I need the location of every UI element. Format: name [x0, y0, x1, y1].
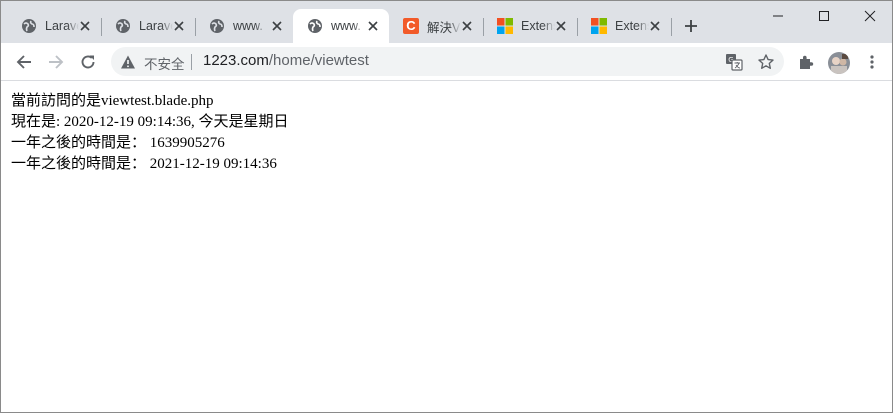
- reload-button[interactable]: [74, 48, 102, 76]
- close-icon[interactable]: [459, 18, 475, 34]
- security-label[interactable]: 不安全: [144, 53, 185, 73]
- url-text[interactable]: 1223.com/home/viewtest: [203, 52, 369, 69]
- maximize-button[interactable]: [801, 1, 847, 31]
- menu-button[interactable]: [858, 48, 886, 76]
- tab-laravel-1[interactable]: Laravel: [7, 9, 102, 43]
- address-bar[interactable]: 不安全 1223.com/home/viewtest G: [111, 47, 784, 76]
- globe-icon: [115, 18, 131, 34]
- url-path: /home/viewtest: [268, 52, 369, 69]
- close-icon[interactable]: [365, 18, 381, 34]
- new-tab-button[interactable]: [682, 17, 700, 35]
- tab-title: Extens: [521, 19, 555, 33]
- page-content: 當前訪問的是viewtest.blade.php 現在是: 2020-12-19…: [11, 91, 289, 175]
- profile-avatar[interactable]: [828, 52, 850, 74]
- reload-icon: [81, 55, 95, 69]
- browser-toolbar: 不安全 1223.com/home/viewtest G: [1, 43, 892, 81]
- close-icon: [864, 10, 876, 22]
- tab-title: 解決V: [427, 20, 461, 35]
- bookmark-star-icon[interactable]: [757, 53, 775, 71]
- globe-icon: [21, 18, 37, 34]
- microsoft-logo-icon: [591, 18, 607, 34]
- tab-title: www.: [233, 19, 263, 33]
- tab-title: Extens: [615, 19, 649, 33]
- browser-window: Laravel Laravel www.: [0, 0, 893, 413]
- minimize-button[interactable]: [755, 1, 801, 31]
- tab-title: Laravel: [139, 19, 173, 33]
- close-icon[interactable]: [647, 18, 663, 34]
- extensions-button[interactable]: [792, 48, 820, 76]
- minimize-icon: [773, 15, 783, 17]
- arrow-left-icon: [16, 55, 31, 69]
- tab-www-1[interactable]: www.: [195, 9, 293, 43]
- url-host: 1223.com: [203, 52, 269, 69]
- tab-extensions-2[interactable]: Extens: [577, 9, 672, 43]
- close-icon[interactable]: [77, 18, 93, 34]
- page-line-datetime: 一年之後的時間是： 2021-12-19 09:14:36: [11, 156, 277, 172]
- page-line-current-view: 當前訪問的是viewtest.blade.php: [11, 93, 214, 109]
- microsoft-logo-icon: [497, 18, 513, 34]
- page-viewport: 當前訪問的是viewtest.blade.php 現在是: 2020-12-19…: [1, 81, 892, 412]
- tab-title: www.: [331, 19, 361, 33]
- puzzle-icon: [800, 55, 814, 69]
- tab-extensions-1[interactable]: Extens: [483, 9, 578, 43]
- close-window-button[interactable]: [847, 1, 892, 31]
- more-vert-icon: [870, 55, 874, 69]
- tab-www-active[interactable]: www.: [293, 9, 389, 43]
- globe-icon: [209, 18, 225, 34]
- translate-icon[interactable]: G: [725, 53, 743, 71]
- globe-icon: [307, 18, 323, 34]
- tab-jiejue[interactable]: C 解決V: [389, 9, 484, 43]
- tab-strip: Laravel Laravel www.: [1, 1, 892, 43]
- page-line-now: 現在是: 2020-12-19 09:14:36, 今天是星期日: [11, 114, 289, 130]
- maximize-icon: [819, 11, 829, 21]
- tab-title: Laravel: [45, 19, 79, 33]
- close-icon[interactable]: [553, 18, 569, 34]
- back-button[interactable]: [10, 48, 38, 76]
- close-icon[interactable]: [269, 18, 285, 34]
- close-icon[interactable]: [171, 18, 187, 34]
- arrow-right-icon: [49, 55, 64, 69]
- plus-icon: [685, 20, 697, 32]
- tab-separator: [671, 18, 672, 36]
- tab-laravel-2[interactable]: Laravel: [101, 9, 196, 43]
- forward-button[interactable]: [42, 48, 70, 76]
- omnibox-divider: [191, 54, 192, 70]
- page-line-timestamp: 一年之後的時間是： 1639905276: [11, 135, 225, 151]
- c-logo-icon: C: [403, 18, 419, 34]
- warning-icon[interactable]: [120, 54, 136, 70]
